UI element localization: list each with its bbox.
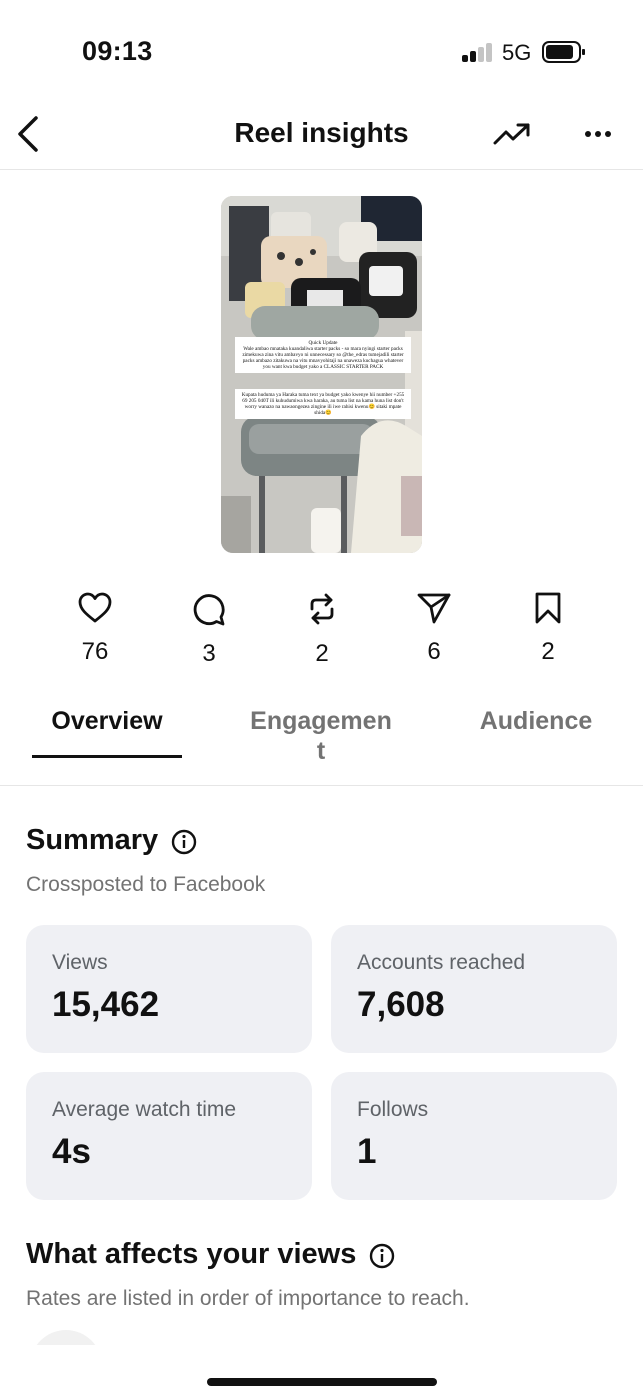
summary-subtitle: Crossposted to Facebook (26, 873, 266, 896)
comments-count: 3 (202, 640, 216, 667)
likes-count: 76 (81, 638, 109, 665)
average-watch-time-label: Average watch time (52, 1098, 237, 1121)
home-indicator (207, 1378, 437, 1386)
tab-engagement-label-line2: t (316, 737, 326, 765)
tab-engagement-label-line1: Engagemen (250, 707, 392, 735)
views-value: 15,462 (52, 985, 160, 1024)
battery-icon (542, 41, 586, 63)
summary-title: Summary (26, 824, 159, 856)
follows-label: Follows (357, 1098, 429, 1121)
trending-up-icon (493, 123, 530, 145)
tab-overview[interactable]: Overview (32, 706, 182, 736)
accounts-reached-card[interactable]: Accounts reached 7,608 (331, 925, 617, 1053)
repost-icon (310, 593, 334, 625)
active-tab-indicator (32, 755, 182, 758)
tab-audience-label: Audience (479, 707, 593, 735)
reel-thumbnail-image (221, 196, 422, 553)
views-label: Views (52, 951, 108, 974)
likes-metric: 76 (55, 592, 135, 666)
thumbnail-caption-body: Wale ambao mnataka kuandaliwa starter pa… (242, 346, 404, 370)
bookmark-icon (535, 592, 561, 624)
views-factors-title: What affects your views (26, 1238, 357, 1270)
tab-engagement[interactable]: Engagemen t (238, 706, 404, 766)
follows-card[interactable]: Follows 1 (331, 1072, 617, 1200)
more-horizontal-icon (585, 131, 611, 137)
thumbnail-caption: Quick Update Wale ambao mnataka kuandali… (235, 337, 411, 373)
thumbnail-caption-2: Kupata huduma ya Haraka tuma text ya bud… (235, 389, 411, 419)
accounts-reached-value: 7,608 (357, 985, 445, 1024)
info-icon[interactable] (171, 829, 197, 855)
average-watch-time-card[interactable]: Average watch time 4s (26, 1072, 312, 1200)
comment-icon (193, 594, 225, 626)
tab-audience[interactable]: Audience (470, 706, 602, 736)
bottom-safe-area (0, 1345, 643, 1399)
views-factors-subtitle: Rates are listed in order of importance … (26, 1287, 470, 1310)
saves-count: 2 (541, 638, 555, 665)
insights-tabs: Overview Engagemen t Audience (0, 700, 643, 786)
shares-metric: 6 (394, 592, 474, 666)
saves-metric: 2 (508, 592, 588, 666)
network-label: 5G (502, 40, 532, 65)
accounts-reached-label: Accounts reached (357, 951, 526, 974)
info-icon[interactable] (369, 1243, 395, 1269)
heart-icon (78, 592, 112, 623)
reposts-count: 2 (315, 640, 329, 667)
average-watch-time-value: 4s (52, 1132, 91, 1171)
status-time: 09:13 (82, 36, 153, 66)
header: Reel insights (0, 100, 643, 170)
share-icon (417, 593, 451, 624)
reel-thumbnail[interactable]: Quick Update Wale ambao mnataka kuandali… (221, 196, 422, 553)
signal-icon (462, 43, 494, 62)
status-bar: 09:13 5G (0, 0, 643, 100)
page-title: Reel insights (234, 117, 409, 148)
views-card[interactable]: Views 15,462 (26, 925, 312, 1053)
shares-count: 6 (427, 638, 441, 665)
tab-overview-label: Overview (51, 707, 163, 735)
more-options-button[interactable] (578, 114, 618, 154)
follows-value: 1 (357, 1132, 377, 1171)
reposts-metric: 2 (282, 592, 362, 668)
trend-button[interactable] (490, 114, 534, 154)
comments-metric: 3 (169, 592, 249, 668)
engagement-metrics: 76 3 2 6 2 (0, 592, 643, 672)
